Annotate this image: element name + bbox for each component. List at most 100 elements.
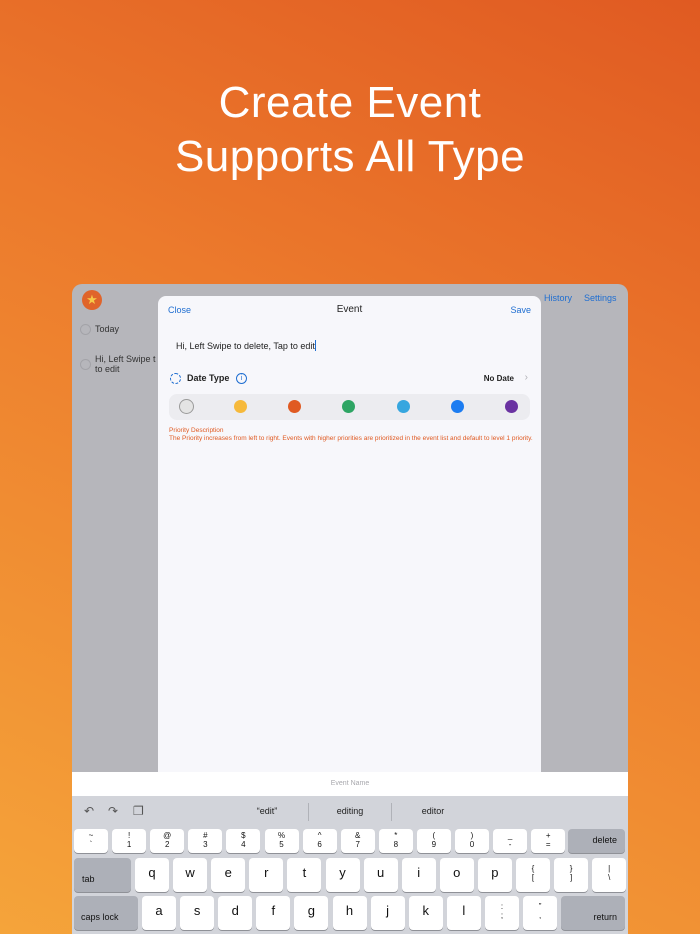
date-type-label: Date Type	[187, 373, 230, 383]
radio-icon[interactable]	[80, 359, 91, 370]
number-key[interactable]: ! 1	[112, 829, 147, 853]
letter-key[interactable]: t	[287, 858, 322, 892]
settings-link[interactable]: Settings	[584, 293, 617, 303]
letter-key[interactable]: y	[325, 858, 360, 892]
letter-key[interactable]: w	[173, 858, 208, 892]
letter-key[interactable]: o	[439, 858, 474, 892]
key-label: ]	[569, 873, 573, 882]
list-item-label: Today	[95, 324, 120, 334]
letter-key[interactable]: h	[332, 896, 367, 930]
number-key[interactable]: ~ `	[74, 829, 108, 853]
info-icon[interactable]: i	[236, 373, 247, 384]
date-type-row[interactable]: Date Type i No Date ›	[170, 372, 530, 386]
list-item-label: to edit	[95, 364, 120, 374]
caps-lock-key[interactable]: caps lock	[74, 896, 138, 930]
key-label: ,	[538, 911, 542, 920]
tab-key[interactable]: tab	[74, 858, 131, 892]
number-key[interactable]: & 7	[340, 829, 375, 853]
caps-lock-key-label: caps lock	[81, 912, 119, 922]
letter-key[interactable]: l	[446, 896, 481, 930]
key-label: q	[148, 865, 156, 880]
key-label: :	[500, 902, 504, 911]
key-label: ^	[317, 831, 322, 840]
dashed-circle-icon	[170, 373, 181, 384]
paste-icon[interactable]: ❐	[133, 804, 144, 818]
key-label: 8	[393, 840, 399, 849]
suggestion-3[interactable]: editor	[398, 806, 468, 816]
letter-key[interactable]: e	[211, 858, 246, 892]
letter-key[interactable]: j	[370, 896, 405, 930]
headline-line-1: Create Event	[218, 78, 482, 127]
event-text-input[interactable]: Hi, Left Swipe to delete, Tap to edit	[176, 340, 316, 351]
key-label: {	[531, 864, 535, 873]
priority-dot-5[interactable]	[397, 400, 410, 413]
suggestion-2[interactable]: editing	[315, 806, 385, 816]
priority-description-title: Priority Description	[169, 427, 224, 434]
number-key[interactable]: + =	[531, 829, 566, 853]
number-key[interactable]: * 8	[378, 829, 413, 853]
suggestion-divider	[391, 803, 392, 821]
key-label: e	[224, 865, 232, 880]
key-label: ”	[538, 902, 542, 911]
key-label: l	[462, 903, 466, 918]
letter-key[interactable]: k	[408, 896, 443, 930]
key-label: _	[507, 831, 513, 840]
number-key[interactable]: (9	[416, 829, 451, 853]
priority-dot-6[interactable]	[451, 400, 464, 413]
key-label: *	[394, 831, 398, 840]
number-key[interactable]: ^ 6	[302, 829, 337, 853]
key-label: !	[127, 831, 131, 840]
symbol-key[interactable]: | \	[592, 858, 627, 892]
symbol-key[interactable]: :;	[485, 896, 519, 930]
keyboard: ↶ ↷ ❐ “edit” editing editor delete tab c…	[72, 796, 628, 934]
letter-key[interactable]: g	[294, 896, 329, 930]
history-link[interactable]: History	[544, 293, 572, 303]
key-label: k	[422, 903, 429, 918]
letter-key[interactable]: u	[363, 858, 398, 892]
key-label: o	[453, 865, 461, 880]
modal-title: Event	[336, 304, 363, 315]
letter-key[interactable]: d	[218, 896, 253, 930]
symbol-key[interactable]: }]	[554, 858, 589, 892]
number-key[interactable]: #3	[188, 829, 223, 853]
letter-key[interactable]: a	[142, 896, 176, 930]
undo-icon[interactable]: ↶	[84, 804, 94, 818]
priority-dot-2[interactable]	[234, 400, 247, 413]
priority-dot-4[interactable]	[342, 400, 355, 413]
key-label: w	[185, 865, 195, 880]
return-key[interactable]: return	[561, 896, 625, 930]
redo-icon[interactable]: ↷	[108, 804, 118, 818]
letter-key[interactable]: p	[477, 858, 512, 892]
event-name-field[interactable]: Event Name	[72, 772, 628, 796]
letter-key[interactable]: s	[180, 896, 215, 930]
save-button[interactable]: Save	[510, 305, 531, 315]
headline-line-2: Supports All Type	[174, 132, 526, 181]
number-key[interactable]: _ -	[493, 829, 528, 853]
key-label: 7	[355, 840, 360, 849]
number-key[interactable]: ) 0	[455, 829, 489, 853]
radio-icon[interactable]	[80, 324, 91, 335]
key-label: 9	[431, 840, 437, 849]
priority-dot-7[interactable]	[505, 400, 518, 413]
delete-key[interactable]: delete	[568, 829, 625, 853]
key-label: =	[545, 840, 551, 849]
suggestion-1[interactable]: “edit”	[232, 806, 302, 816]
key-label: }	[569, 864, 573, 873]
text-caret	[314, 340, 316, 351]
number-key[interactable]: % 5	[264, 829, 299, 853]
key-label: |	[608, 864, 611, 873]
priority-dot-1[interactable]	[180, 400, 193, 413]
letter-key[interactable]: f	[256, 896, 291, 930]
star-icon[interactable]: ★	[82, 290, 102, 310]
number-key[interactable]: @2	[150, 829, 185, 853]
letter-key[interactable]: r	[249, 858, 284, 892]
key-label: -	[508, 840, 512, 849]
number-key[interactable]: $4	[226, 829, 261, 853]
priority-dot-3[interactable]	[288, 400, 301, 413]
letter-key[interactable]: i	[401, 858, 436, 892]
symbol-key[interactable]: ”,	[523, 896, 558, 930]
key-label: t	[302, 865, 307, 880]
symbol-key[interactable]: {[	[516, 858, 550, 892]
letter-key[interactable]: q	[135, 858, 169, 892]
key-label: i	[417, 865, 421, 880]
